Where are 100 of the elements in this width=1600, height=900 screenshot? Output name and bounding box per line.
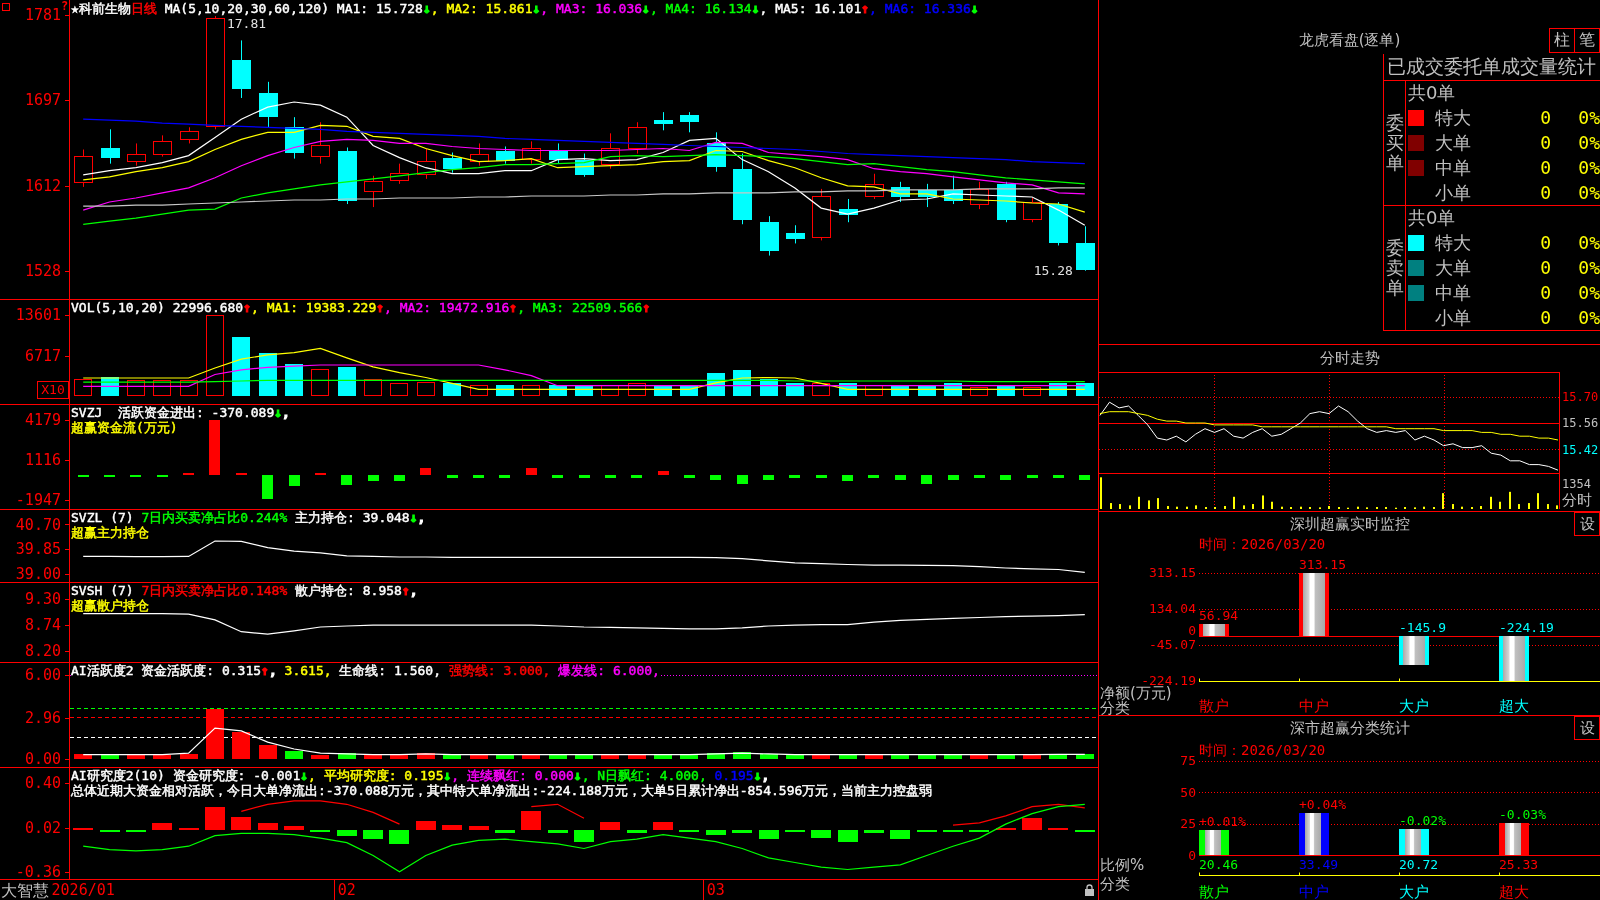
fund-flow-bar (684, 475, 695, 478)
fund-flow-bar (895, 475, 906, 480)
chart-caption: 超赢散户持仓 (71, 598, 149, 613)
date-label: 03 (706, 881, 725, 899)
category-label: 大户 (1399, 883, 1429, 900)
lock-icon[interactable] (1085, 884, 1094, 896)
axis-label: 40.70 (15, 515, 61, 534)
settings-button[interactable]: 设 (1574, 512, 1600, 536)
candlestick (628, 121, 647, 155)
chart-caption: 超赢主力持仓 (71, 525, 149, 540)
candlestick (74, 149, 93, 188)
axis-label: 1781 (24, 6, 61, 25)
change-label: -0.03% (1499, 807, 1546, 822)
category-label: 散户 (1199, 883, 1229, 900)
candlestick (944, 175, 963, 205)
date-label: 2026/01 (51, 881, 115, 899)
candlestick (470, 142, 489, 167)
fund-flow-bar (262, 475, 273, 499)
order-count: 0 (1540, 232, 1551, 253)
candlestick (760, 215, 779, 257)
axis-title: 比例% (1100, 856, 1145, 874)
candlestick (918, 183, 937, 208)
axis-label: 6717 (24, 347, 61, 366)
fund-flow-bar (868, 475, 879, 478)
timestamp: 时间：2026/03/20 (1199, 535, 1326, 552)
fund-flow-bar (473, 475, 484, 478)
axis-label: 0.40 (24, 774, 61, 793)
scale-button[interactable]: X10 (37, 381, 69, 399)
order-size-label: 特大 (1435, 230, 1471, 255)
order-total: 共0单 (1408, 206, 1456, 230)
candlestick (127, 142, 146, 167)
candlestick (338, 147, 357, 205)
candlestick (1076, 225, 1095, 272)
candlestick (417, 148, 436, 180)
fund-flow-bar (948, 475, 959, 480)
order-count: 0 (1540, 182, 1551, 203)
order-size-label: 小单 (1435, 305, 1471, 330)
axis-label: 39.00 (15, 565, 61, 582)
fund-flow-bar (368, 475, 379, 481)
candlestick (101, 128, 120, 165)
fund-flow-bar (341, 475, 352, 485)
order-share: 0% (1578, 132, 1600, 153)
view-toggle-button[interactable]: 柱 (1549, 28, 1575, 53)
fund-flow-bar (710, 475, 721, 480)
view-toggle-button[interactable]: 笔 (1574, 28, 1600, 53)
fund-flow-bar (605, 475, 616, 478)
fund-flow-bar (763, 475, 774, 480)
order-share: 0% (1578, 107, 1600, 128)
order-share: 0% (1578, 182, 1600, 203)
category-label: 超大 (1499, 697, 1529, 715)
table-title: 已成交委托单成交量统计 (1387, 54, 1596, 79)
candlestick (496, 145, 515, 165)
axis-label: 0.02 (24, 818, 61, 837)
candlestick (364, 175, 383, 208)
panel-title: 深圳超赢实时监控 (1289, 514, 1410, 534)
category-label: 中户 (1299, 697, 1329, 715)
volume-label: 1354 (1562, 477, 1591, 492)
settings-button[interactable]: 设 (1574, 716, 1600, 740)
chart-legend: AI研究度2(10) 资金研究度: -0.001↓, 平均研究度: 0.195↓, 连续飘红: 0.000↓, N日飘红: 4.000, 0.195↓, (71, 768, 770, 783)
value-label: 33.49 (1299, 857, 1339, 873)
candlestick (812, 188, 831, 241)
axis-title: 分类 (1100, 875, 1130, 893)
order-count: 0 (1540, 157, 1551, 178)
panel-title: 龙虎看盘(逐单) (1298, 31, 1401, 50)
axis-label: 6.00 (24, 666, 61, 685)
axis-label: 0 (1188, 847, 1196, 863)
panel-title: 深市超赢分类统计 (1289, 718, 1410, 738)
order-share: 0% (1578, 157, 1600, 178)
candlestick (259, 81, 278, 128)
order-share: 0% (1578, 307, 1600, 328)
fund-flow-bar (789, 475, 800, 478)
help-mark[interactable]: ? (61, 0, 69, 13)
order-size-label: 小单 (1435, 180, 1471, 205)
fund-flow-bar (209, 420, 220, 475)
fund-flow-bar (552, 475, 563, 478)
chart-caption: 超赢资金流(万元) (71, 420, 178, 435)
axis-label: 134.04 (1149, 601, 1196, 617)
axis-label: 13601 (15, 306, 61, 325)
fund-flow-bar (447, 475, 458, 478)
order-count: 0 (1540, 257, 1551, 278)
axis-label: 2.96 (24, 708, 61, 727)
axis-label: 75 (1180, 753, 1196, 769)
fund-flow-bar (974, 475, 985, 478)
candlestick (285, 116, 304, 160)
candlestick (180, 126, 199, 144)
group-label: 委卖单 (1385, 238, 1404, 298)
category-label: 超大 (1499, 883, 1529, 900)
fund-flow-bar (579, 475, 590, 478)
axis-label: 0.00 (24, 749, 61, 767)
chart-legend: SVSH (7) 7日内买卖净占比0.148% 散户持仓: 8.958↑, (71, 583, 418, 598)
change-label: +0.04% (1299, 797, 1346, 812)
axis-label: 1697 (24, 91, 61, 110)
axis-label: 0 (1188, 622, 1196, 638)
date-label: 02 (337, 881, 356, 899)
candlestick (680, 111, 699, 133)
order-count: 0 (1540, 107, 1551, 128)
value-label: 56.94 (1199, 608, 1239, 623)
category-label: 大户 (1399, 697, 1429, 715)
candlestick (575, 153, 594, 178)
chart-legend: VOL(5,10,20) 22996.680↑, MA1: 19383.229↑, MA2: 19472.916↑, MA3: 22509.566↑ (71, 300, 651, 315)
